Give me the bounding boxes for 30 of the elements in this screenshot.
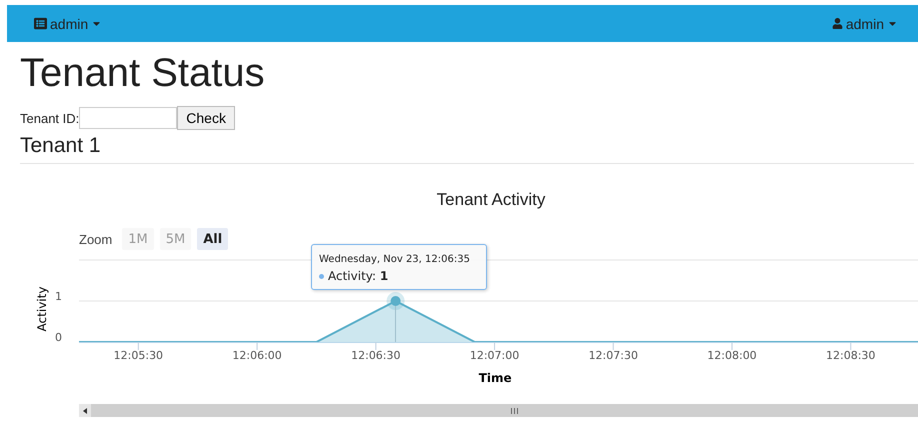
axis-label: 12:07:30 <box>588 349 638 362</box>
zoom-button[interactable]: All <box>197 228 228 250</box>
zoom-label: Zoom <box>79 232 112 246</box>
tooltip-title: Wednesday, Nov 23, 12:06:35 <box>319 253 471 267</box>
grip-icon <box>511 408 518 414</box>
crosshair-line <box>395 306 396 342</box>
user-icon <box>832 18 843 29</box>
axis-label: 12:08:00 <box>707 349 757 362</box>
data-point <box>386 292 405 310</box>
axis-label: 12:08:30 <box>826 349 876 362</box>
axis-label: 0 <box>55 331 62 344</box>
tenant-id-field[interactable] <box>79 107 178 129</box>
scrollbar[interactable] <box>79 404 918 417</box>
axis-label: 1 <box>55 290 62 303</box>
axis-label: 12:06:30 <box>351 349 401 362</box>
user-menu-button[interactable]: admin <box>832 16 898 32</box>
field-label: Tenant ID: <box>20 110 80 126</box>
tooltip-value: Activity: 1 <box>328 269 388 283</box>
page-title: Tenant Status <box>20 50 266 96</box>
axis-label: 12:05:30 <box>114 349 164 362</box>
menu-button[interactable]: admin <box>34 16 102 32</box>
axis-title: Time <box>478 371 512 385</box>
left-arrow-icon <box>83 408 87 414</box>
section-title: Tenant 1 <box>20 134 914 164</box>
check-button[interactable]: Check <box>177 106 235 130</box>
axis-title: Activity <box>35 286 49 332</box>
chart-title: Tenant Activity <box>436 190 546 209</box>
axis-label: 12:06:00 <box>232 349 282 362</box>
axis-label: 12:07:00 <box>470 349 520 362</box>
list-icon <box>34 17 47 30</box>
